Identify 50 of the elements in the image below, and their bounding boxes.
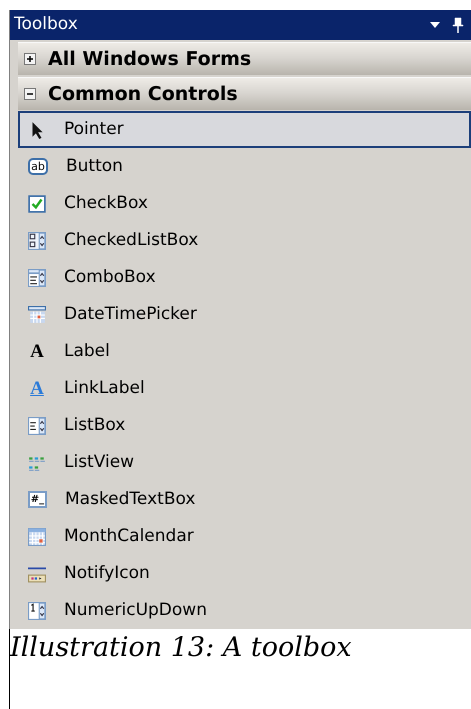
item-label: CheckedListBox bbox=[64, 228, 198, 252]
item-label: MonthCalendar bbox=[64, 524, 194, 548]
toolbox-item[interactable]: ab Button bbox=[18, 148, 471, 185]
item-label: Label bbox=[64, 340, 110, 363]
underlined-letter-icon: A bbox=[28, 380, 46, 398]
item-label: ListView bbox=[64, 450, 134, 474]
button-icon: ab bbox=[28, 158, 48, 175]
category-header[interactable]: Common Controls bbox=[18, 77, 471, 110]
expand-icon[interactable] bbox=[24, 53, 36, 65]
toolbox-item[interactable]: NotifyIcon bbox=[18, 555, 471, 592]
item-label: ListBox bbox=[64, 414, 126, 437]
toolbox-item[interactable]: #_ MaskedTextBox bbox=[18, 481, 471, 518]
category-label: All Windows Forms bbox=[48, 46, 252, 72]
masked-field-icon: #_ bbox=[28, 491, 47, 508]
toolbox-item[interactable]: DateTimePicker bbox=[18, 296, 471, 333]
item-label: ComboBox bbox=[64, 266, 156, 289]
letter-icon: A bbox=[28, 342, 46, 360]
toolbox-item[interactable]: CheckedListBox bbox=[18, 222, 471, 259]
toolbox-item[interactable]: A Label bbox=[18, 333, 471, 370]
toolbox-item[interactable]: CheckBox bbox=[18, 185, 471, 222]
toolbox-item[interactable]: ListBox bbox=[18, 407, 471, 444]
tray-icon bbox=[28, 564, 46, 582]
toolbox-item[interactable]: MonthCalendar bbox=[18, 518, 471, 555]
numeric-spinner-icon bbox=[28, 602, 46, 620]
category-header[interactable]: All Windows Forms bbox=[18, 42, 471, 75]
item-label: NotifyIcon bbox=[64, 562, 150, 585]
list-box-icon bbox=[28, 416, 46, 434]
figure-caption: Illustration 13: A toolbox bbox=[10, 631, 353, 665]
checked-list-icon bbox=[28, 232, 46, 250]
toolbox-item[interactable]: ListView bbox=[18, 444, 471, 481]
category-label: Common Controls bbox=[48, 82, 238, 107]
item-label: Button bbox=[66, 154, 123, 178]
pin-icon[interactable] bbox=[452, 17, 464, 33]
checkbox-icon bbox=[28, 194, 46, 212]
item-label: DateTimePicker bbox=[64, 302, 197, 326]
item-label: LinkLabel bbox=[64, 376, 145, 400]
item-label: CheckBox bbox=[64, 192, 148, 215]
collapse-icon[interactable] bbox=[24, 88, 36, 100]
calendar-icon bbox=[28, 306, 46, 324]
window-title: Toolbox bbox=[14, 13, 79, 36]
dropdown-icon[interactable] bbox=[430, 22, 440, 28]
toolbox-item[interactable]: A LinkLabel bbox=[18, 370, 471, 407]
toolbox-item[interactable]: Pointer bbox=[18, 111, 471, 148]
item-label: NumericUpDown bbox=[64, 598, 207, 622]
toolbox-item[interactable]: NumericUpDown bbox=[18, 592, 471, 629]
item-label: MaskedTextBox bbox=[65, 488, 196, 511]
calendar-grid-icon bbox=[28, 528, 46, 546]
combo-box-icon bbox=[28, 268, 46, 286]
item-label: Pointer bbox=[64, 118, 124, 141]
toolbox-item[interactable]: ComboBox bbox=[18, 259, 471, 296]
